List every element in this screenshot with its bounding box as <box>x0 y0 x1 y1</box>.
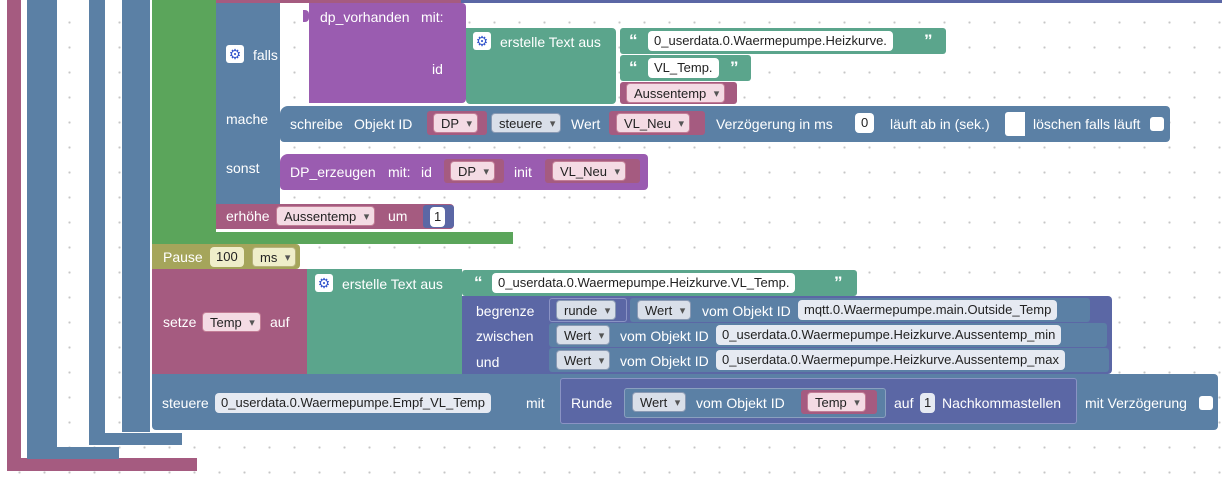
write-value-var-dropdown[interactable]: VL_Neu <box>616 113 690 134</box>
procedure-block[interactable] <box>7 0 21 470</box>
procedure-block-bottom <box>7 458 197 471</box>
object2-of-label: vom Objekt ID <box>620 328 709 344</box>
pause-value-field[interactable]: 100 <box>210 247 244 267</box>
dp-create-id-label: id <box>421 164 432 180</box>
quote-close-icon-3: ” <box>834 273 843 292</box>
pause-label: Pause <box>163 249 203 265</box>
var-aussentemp-dropdown[interactable]: Aussentemp <box>626 83 726 104</box>
loop-block-inner[interactable] <box>89 0 105 445</box>
increment-var-dropdown[interactable]: Aussentemp <box>276 206 376 227</box>
quote-open-icon-2: “ <box>629 58 638 77</box>
write-dp-var-dropdown[interactable]: DP <box>433 113 479 134</box>
text-join-2-item-field[interactable]: 0_userdata.0.Waermepumpe.Heizkurve.VL_Te… <box>492 273 796 293</box>
delay-checkbox[interactable] <box>1199 396 1213 410</box>
write-object-id-label: Objekt ID <box>354 116 413 132</box>
loop-block-outer[interactable] <box>27 0 57 458</box>
set-var-dropdown[interactable]: Temp <box>202 312 261 333</box>
write-mode-dropdown[interactable]: steuere <box>491 113 562 134</box>
dp-create-dp-dropdown[interactable]: DP <box>450 161 496 182</box>
text-item-2-field[interactable]: VL_Temp. <box>648 58 719 78</box>
object2-value-dropdown[interactable]: Wert <box>556 325 611 346</box>
object1-value-dropdown[interactable]: Wert <box>637 300 692 321</box>
dp-exists-connector <box>303 10 309 22</box>
round-var-dropdown[interactable]: Temp <box>807 392 866 413</box>
text-join-1-gear-icon[interactable]: ⚙ <box>473 32 491 50</box>
and-label: und <box>476 354 500 370</box>
text-join-1-label: erstelle Text aus <box>500 34 601 50</box>
dp-exists-with: mit: <box>421 9 444 25</box>
between-label: zwischen <box>476 328 534 344</box>
increment-label: erhöhe <box>226 208 270 224</box>
text-join-2-gear-icon[interactable]: ⚙ <box>315 274 333 292</box>
set-var-label: setze <box>163 314 197 330</box>
round-label: Runde <box>571 395 613 411</box>
dp-create-init-label: init <box>514 164 532 180</box>
write-expire-slot[interactable] <box>1005 112 1025 136</box>
decimals-label: Nachkommastellen <box>942 395 1062 411</box>
control-object-field[interactable]: 0_userdata.0.Waermepumpe.Empf_VL_Temp <box>215 393 491 413</box>
gear-icon[interactable]: ⚙ <box>226 45 244 63</box>
object1-of-label: vom Objekt ID <box>702 303 791 319</box>
if-label: falls <box>253 47 278 63</box>
object3-value-dropdown[interactable]: Wert <box>556 350 611 371</box>
round-to-label: auf <box>894 395 914 411</box>
object3-of-label: vom Objekt ID <box>620 353 709 369</box>
write-delay-label: Verzögerung in ms <box>716 116 833 132</box>
quote-open-icon: “ <box>629 31 638 50</box>
control-with-label: mit <box>526 395 545 411</box>
increment-by-label: um <box>388 208 408 224</box>
loop-block-outer-bottom <box>27 447 119 459</box>
write-label: schreibe <box>290 116 343 132</box>
dp-create-name: DP_erzeugen <box>290 164 376 180</box>
round-of-label: vom Objekt ID <box>696 395 785 411</box>
control-label: steuere <box>162 395 209 411</box>
loop-block-third[interactable] <box>122 0 150 432</box>
dp-exists-id-label: id <box>432 61 443 77</box>
quote-close-icon: ” <box>924 31 933 50</box>
dp-exists-name: dp_vorhanden <box>320 9 410 25</box>
round-value-dropdown[interactable]: Wert <box>632 392 687 413</box>
dp-create-init-dropdown[interactable]: VL_Neu <box>552 161 626 182</box>
constrain-label: begrenze <box>476 303 535 319</box>
pause-unit-dropdown[interactable]: ms <box>252 247 297 268</box>
quote-close-icon-2: ” <box>730 58 739 77</box>
else-label: sonst <box>226 160 260 176</box>
write-value-label: Wert <box>571 116 601 132</box>
do-label: mache <box>226 111 269 127</box>
dp-create-with: mit: <box>388 164 411 180</box>
write-clear-checkbox[interactable] <box>1150 117 1164 131</box>
for-loop-block[interactable] <box>152 0 216 244</box>
object3-id-field[interactable]: 0_userdata.0.Waermepumpe.Heizkurve.Ausse… <box>716 350 1065 370</box>
write-delay-field[interactable]: 0 <box>855 113 875 133</box>
rounding-dropdown[interactable]: runde <box>556 300 617 321</box>
write-clear-label: löschen falls läuft <box>1033 116 1141 132</box>
set-var-to-label: auf <box>270 314 290 330</box>
text-item-1-field[interactable]: 0_userdata.0.Waermepumpe.Heizkurve. <box>648 31 893 51</box>
write-expire-label: läuft ab in (sek.) <box>890 116 990 132</box>
delay-label: mit Verzögerung <box>1085 395 1187 411</box>
loop-block-inner-bottom <box>89 433 182 445</box>
decimals-field[interactable]: 1 <box>920 393 936 413</box>
object2-id-field[interactable]: 0_userdata.0.Waermepumpe.Heizkurve.Ausse… <box>716 325 1062 345</box>
object1-id-field[interactable]: mqtt.0.Waermepumpe.main.Outside_Temp <box>798 300 1058 320</box>
for-loop-block-bottom <box>152 232 513 244</box>
quote-open-icon-3: “ <box>474 273 483 292</box>
increment-by-field[interactable]: 1 <box>430 207 446 227</box>
text-join-2-label: erstelle Text aus <box>342 276 443 292</box>
